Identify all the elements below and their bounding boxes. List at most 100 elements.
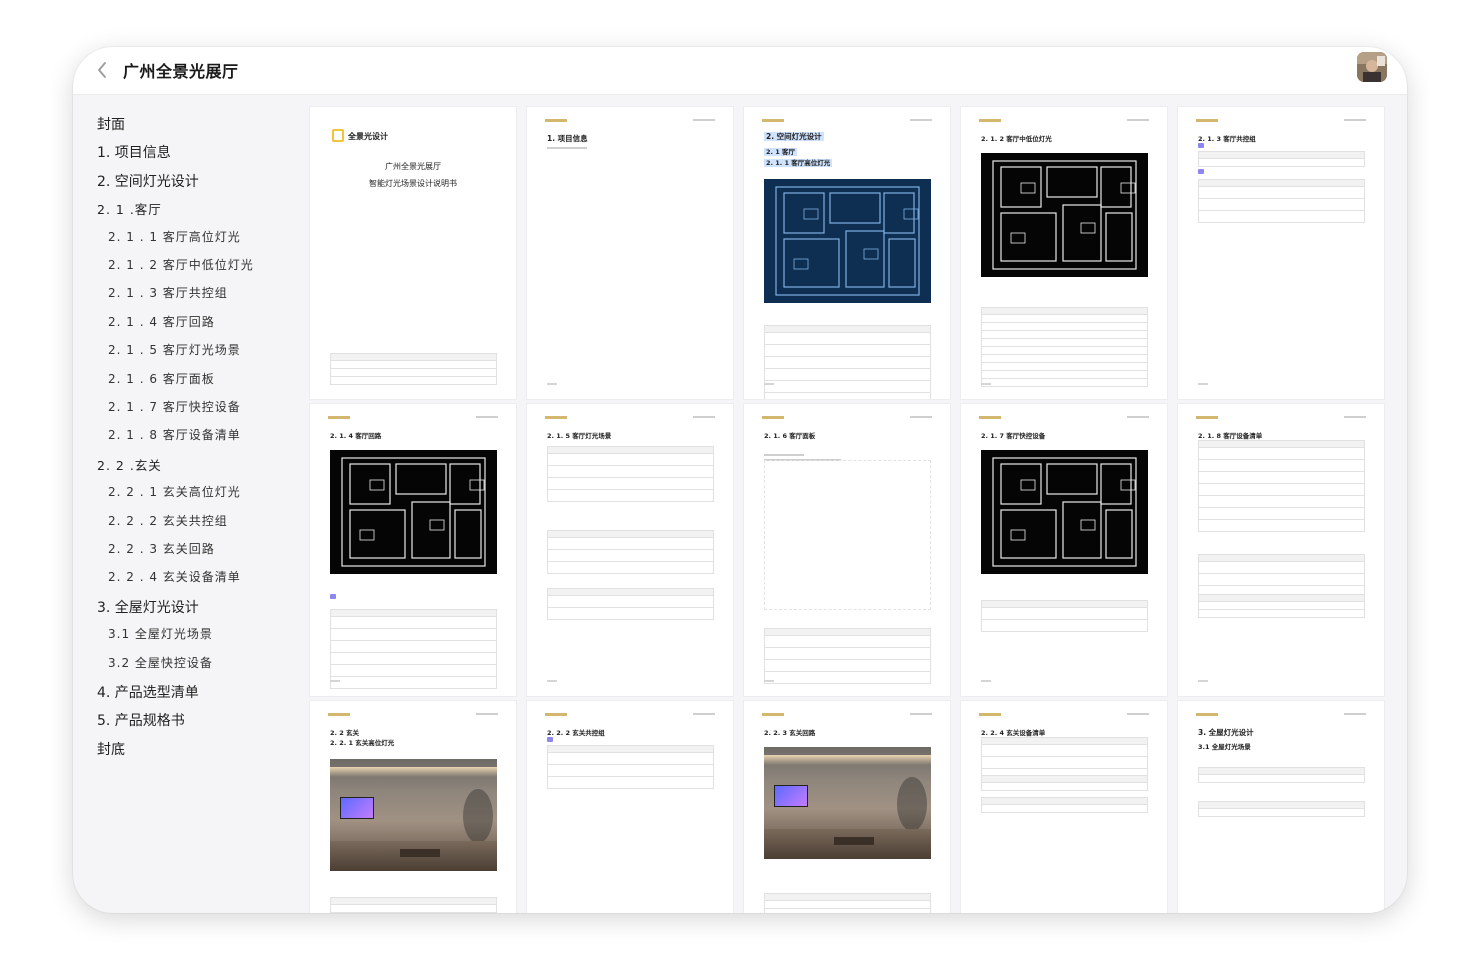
toc-item[interactable]: 2. 1 . 4 客厅回路 — [108, 313, 215, 330]
table-row — [1198, 496, 1365, 508]
page-thumbnail[interactable]: 3. 全屋灯光设计 3.1 全屋灯光场景 — [1178, 701, 1384, 913]
toc-item[interactable]: 2. 2 .玄关 — [97, 455, 162, 474]
table-row — [981, 371, 1148, 379]
page-thumbnail[interactable]: 2. 1. 6 客厅面板 — [744, 404, 950, 696]
data-table — [547, 530, 714, 574]
table-row — [547, 550, 714, 562]
page-heading: 2. 1. 5 客厅灯光场景 — [547, 432, 612, 440]
toc-item[interactable]: 4. 产品选型清单 — [97, 682, 199, 702]
table-row — [764, 393, 931, 399]
page-header-meta — [1127, 713, 1149, 715]
page-header-logo — [1196, 713, 1218, 716]
toc-item[interactable]: 3.1 全屋灯光场景 — [108, 625, 213, 642]
table-row — [1198, 472, 1365, 484]
toc-item[interactable]: 2. 1 . 8 客厅设备清单 — [108, 426, 241, 443]
toc-item[interactable]: 2. 2 . 4 玄关设备清单 — [108, 568, 241, 585]
page-footer — [1198, 383, 1208, 385]
back-button[interactable] — [91, 57, 115, 83]
table-row — [1198, 440, 1365, 448]
table-row — [1198, 508, 1365, 520]
chevron-left-icon — [98, 62, 106, 78]
data-table — [1198, 179, 1365, 223]
page-thumbnail[interactable]: 2. 2. 2 玄关共控组 — [527, 701, 733, 913]
toc-item[interactable]: 封面 — [97, 114, 125, 134]
toc-item[interactable]: 2. 2 . 2 玄关共控组 — [108, 512, 228, 529]
page-footer — [547, 680, 557, 682]
page-thumbnail[interactable]: 2. 1. 8 客厅设备清单 — [1178, 404, 1384, 696]
toc-item[interactable]: 1. 项目信息 — [97, 142, 171, 162]
toc-item[interactable]: 2. 1 . 7 客厅快控设备 — [108, 398, 241, 415]
table-row — [547, 765, 714, 777]
page-header-logo — [1196, 119, 1218, 122]
page-heading: 2. 1. 4 客厅回路 — [330, 432, 382, 440]
data-table — [1198, 594, 1365, 618]
toc-item[interactable]: 2. 1 . 1 客厅高位灯光 — [108, 228, 241, 245]
toc-item[interactable]: 3. 全屋灯光设计 — [97, 597, 199, 617]
toc-item[interactable]: 封底 — [97, 739, 125, 759]
table-row — [764, 345, 931, 357]
toc-item[interactable]: 2. 1 . 6 客厅面板 — [108, 370, 215, 387]
table-row — [981, 307, 1148, 315]
tag-icon — [330, 594, 336, 599]
toc-item[interactable]: 2. 1 . 2 客厅中低位灯光 — [108, 256, 254, 273]
table-row — [764, 648, 931, 660]
page-heading: 2. 2 玄关 — [330, 729, 360, 737]
floor-plan-image — [330, 450, 497, 574]
table-row — [764, 369, 931, 381]
toc-item[interactable]: 2. 1 . 5 客厅灯光场景 — [108, 341, 241, 358]
page-heading: 2. 空间灯光设计 — [764, 131, 824, 142]
floor-plan-image — [764, 179, 931, 303]
table-row — [330, 369, 497, 377]
table-row — [981, 805, 1148, 813]
page-footer — [1198, 680, 1208, 682]
toc-item[interactable]: 3.2 全屋快控设备 — [108, 654, 213, 671]
table-row — [981, 620, 1148, 632]
table-row — [330, 353, 497, 361]
page-thumbnail[interactable]: 1. 项目信息 — [527, 107, 733, 399]
page-thumbnail[interactable]: 2. 2. 4 玄关设备清单 — [961, 701, 1167, 913]
text-line — [764, 454, 804, 456]
toc-item[interactable]: 2. 1 .客厅 — [97, 199, 162, 218]
page-header-meta — [693, 416, 715, 418]
table-row — [547, 538, 714, 550]
data-table — [981, 775, 1148, 791]
table-row — [764, 333, 931, 345]
table-row — [981, 797, 1148, 805]
page-thumbnail[interactable]: 2. 2. 3 玄关回路 — [744, 701, 950, 913]
logo-icon — [332, 129, 344, 142]
toc-item[interactable]: 2. 空间灯光设计 — [97, 171, 199, 191]
cover-subtitle: 智能灯光场景设计说明书 — [369, 179, 457, 188]
page-thumbnail[interactable]: 2. 1. 3 客厅共控组 — [1178, 107, 1384, 399]
toc-item[interactable]: 2. 2 . 1 玄关高位灯光 — [108, 483, 241, 500]
table-row — [547, 588, 714, 596]
table-row — [547, 608, 714, 620]
page-heading: 2. 1. 6 客厅面板 — [764, 432, 816, 440]
table-row — [981, 315, 1148, 323]
table-row — [981, 775, 1148, 783]
page-thumbnail[interactable]: 2. 2 玄关 2. 2. 1 玄关高位灯光 — [310, 701, 516, 913]
data-table — [1198, 440, 1365, 532]
photo-tv — [774, 785, 808, 807]
page-thumbnail[interactable]: 2. 1. 4 客厅回路 — [310, 404, 516, 696]
page-header-meta — [693, 713, 715, 715]
toc-item[interactable]: 5. 产品规格书 — [97, 710, 185, 730]
page-header-meta — [1127, 119, 1149, 121]
page-thumbnail[interactable]: 2. 1. 7 客厅快控设备 — [961, 404, 1167, 696]
page-thumbnail[interactable]: 全景光设计 广州全景光展厅 智能灯光场景设计说明书 — [310, 107, 516, 399]
table-row — [1198, 610, 1365, 618]
table-row — [981, 363, 1148, 371]
table-row — [981, 737, 1148, 745]
table-row — [547, 446, 714, 454]
page-header-meta — [476, 416, 498, 418]
table-row — [547, 596, 714, 608]
table-row — [547, 745, 714, 753]
toc-item[interactable]: 2. 1 . 3 客厅共控组 — [108, 284, 228, 301]
toc-item[interactable]: 2. 2 . 3 玄关回路 — [108, 540, 215, 557]
page-thumbnail[interactable]: 2. 空间灯光设计 2. 1 客厅 2. 1. 1 客厅高位灯光 — [744, 107, 950, 399]
table-row — [981, 347, 1148, 355]
table-row — [547, 454, 714, 466]
page-thumbnail[interactable]: 2. 1. 2 客厅中低位灯光 — [961, 107, 1167, 399]
user-avatar-icon[interactable] — [1357, 52, 1387, 82]
tag-icon — [1198, 169, 1204, 174]
page-thumbnail[interactable]: 2. 1. 5 客厅灯光场景 — [527, 404, 733, 696]
